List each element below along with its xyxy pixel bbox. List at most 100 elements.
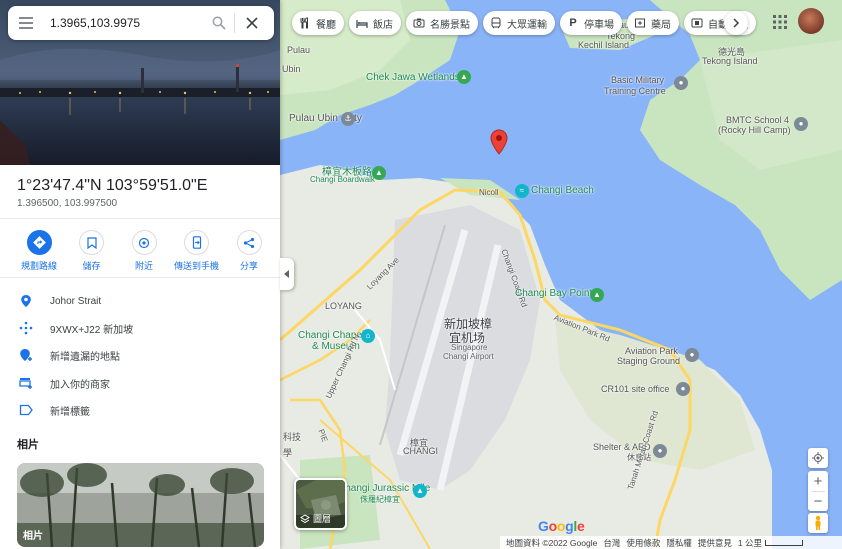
chevron-right-icon <box>733 18 740 28</box>
chip-pharmacy[interactable]: 藥局 <box>627 11 679 35</box>
label-xue: 學 <box>283 448 293 458</box>
office-marker-icon[interactable]: ● <box>676 382 690 396</box>
directions-icon <box>32 236 46 249</box>
zoom-controls: + − <box>808 471 828 511</box>
label-loyang: LOYANG <box>325 301 362 311</box>
side-panel: 1°23'47.4"N 103°59'51.0"E 1.396500, 103.… <box>0 0 280 549</box>
add-place-icon <box>17 346 35 364</box>
chip-restaurant[interactable]: 餐廳 <box>292 11 344 35</box>
collapse-panel-button[interactable] <box>280 258 294 290</box>
directions-button[interactable]: 規劃路線 <box>14 230 64 272</box>
location-pin-icon <box>17 292 35 310</box>
nearby-button[interactable]: 附近 <box>119 230 169 272</box>
my-location-icon <box>812 452 824 464</box>
label-staging-2[interactable]: Staging Ground <box>617 356 680 366</box>
place-decimal-coords: 1.396500, 103.997500 <box>17 198 118 209</box>
layers-icon <box>300 513 310 523</box>
photos-heading: 相片 <box>17 439 39 451</box>
chips-next-button[interactable] <box>724 11 748 35</box>
share-button[interactable]: 分享 <box>224 230 274 272</box>
info-row-add-label[interactable]: 新增標籤 <box>17 400 90 420</box>
scale-bar[interactable] <box>764 539 803 546</box>
send-to-phone-icon <box>192 236 201 249</box>
camera-icon <box>413 17 425 29</box>
museum-marker-icon[interactable]: ⌂ <box>361 329 375 343</box>
label-icon <box>17 401 35 419</box>
label-bmtc-2[interactable]: (Rocky Hill Camp) <box>718 125 791 135</box>
feedback-link[interactable]: 提供意見 <box>698 537 732 549</box>
my-location-button[interactable] <box>808 448 828 468</box>
apps-grid-icon[interactable] <box>771 13 789 31</box>
label-keji: 科技 <box>283 432 302 442</box>
label-airport-en-1[interactable]: Singapore <box>451 343 487 352</box>
park-marker-icon[interactable]: ▲ <box>457 70 471 84</box>
label-tekong-kechil-3: Kechil Island <box>578 40 630 50</box>
pharmacy-icon <box>634 17 646 29</box>
terms-link[interactable]: 使用條款 <box>626 537 660 549</box>
search-box <box>8 6 274 40</box>
label-jurassic-2[interactable]: 侏羅紀樟宜 <box>360 494 400 505</box>
chevron-left-icon <box>284 270 289 278</box>
bookmark-icon <box>86 236 97 249</box>
military-marker-icon[interactable]: ● <box>674 76 688 90</box>
label-changi-en: CHANGI <box>403 446 439 456</box>
label-boardwalk-en[interactable]: Changi Boardwalk <box>310 175 375 184</box>
school-marker-icon[interactable]: ● <box>794 117 808 131</box>
plus-code-icon <box>17 319 35 337</box>
label-bmtc-1[interactable]: BMTC School 4 <box>726 115 789 125</box>
scale-label[interactable]: 1 公里 <box>738 537 762 549</box>
google-logo: Google <box>538 518 585 534</box>
account-avatar[interactable] <box>798 8 824 34</box>
photos-thumbnail[interactable]: 相片 <box>17 463 264 547</box>
label-changi-bay[interactable]: Changi Bay Point <box>515 288 592 299</box>
info-row-add-business[interactable]: 加入你的商家 <box>17 373 110 393</box>
save-button[interactable]: 儲存 <box>67 230 117 272</box>
label-pulau: Pulau <box>287 45 311 55</box>
region-link[interactable]: 台灣 <box>603 537 620 549</box>
chip-transit[interactable]: 大眾運輸 <box>483 11 555 35</box>
label-airport-en-2[interactable]: Changi Airport <box>443 352 494 361</box>
staging-marker-icon[interactable]: ● <box>685 348 699 362</box>
label-changi-beach[interactable]: Changi Beach <box>531 185 594 196</box>
hotel-icon <box>356 17 368 29</box>
label-staging-1[interactable]: Aviation Park <box>625 346 678 356</box>
label-cr101[interactable]: CR101 site office <box>601 384 669 394</box>
close-search-button[interactable] <box>235 6 269 40</box>
beach-marker-icon[interactable]: ≈ <box>515 184 529 198</box>
privacy-link[interactable]: 隱私權 <box>666 537 692 549</box>
jurassic-marker-icon[interactable]: ▲ <box>413 484 427 498</box>
info-row-plus-code[interactable]: 9XWX+J22 新加坡 <box>17 318 133 338</box>
info-row-add-place[interactable]: 新增遺漏的地點 <box>17 345 120 365</box>
search-input[interactable] <box>44 16 204 30</box>
send-to-phone-button[interactable]: 傳送到手機 <box>172 230 222 272</box>
layers-label: 圖層 <box>313 514 332 524</box>
label-tekong-en: Tekong Island <box>702 56 758 66</box>
zoom-out-button[interactable]: − <box>808 492 828 511</box>
place-title: 1°23'47.4"N 103°59'51.0"E <box>17 177 208 194</box>
chip-parking[interactable]: P 停車場 <box>560 11 622 35</box>
shelter-marker-icon[interactable]: ● <box>653 444 667 458</box>
changi-bay-marker-icon[interactable]: ▲ <box>590 288 604 302</box>
label-chek-jawa[interactable]: Chek Jawa Wetlands <box>366 72 460 83</box>
share-icon <box>243 237 255 248</box>
info-row-location[interactable]: Johor Strait <box>17 291 101 311</box>
label-nicoll: Nicoll <box>479 188 499 197</box>
label-ubin: Ubin <box>282 64 301 74</box>
boardwalk-marker-icon[interactable]: ▲ <box>372 166 386 180</box>
search-button[interactable] <box>204 6 234 40</box>
label-basic-military-1[interactable]: Basic Military <box>611 75 664 85</box>
dropped-pin-icon[interactable] <box>490 129 508 155</box>
layers-button[interactable]: 圖層 <box>294 478 347 530</box>
hamburger-menu-icon <box>19 17 33 29</box>
chip-attractions[interactable]: 名勝景點 <box>406 11 478 35</box>
photos-thumbnail-image <box>17 463 264 547</box>
map-footer: 地圖資料 ©2022 Google 台灣 使用條款 隱私權 提供意見 1 公里 <box>500 536 842 549</box>
map-data-attribution[interactable]: 地圖資料 ©2022 Google <box>506 537 597 549</box>
chip-hotel[interactable]: 飯店 <box>349 11 401 35</box>
nearby-icon <box>138 237 150 248</box>
street-view-button[interactable] <box>808 513 828 533</box>
label-basic-military-2[interactable]: Training Centre <box>604 86 666 96</box>
menu-button[interactable] <box>8 6 44 40</box>
zoom-in-button[interactable]: + <box>808 472 828 491</box>
ferry-marker-icon[interactable]: ⚓ <box>341 112 355 126</box>
